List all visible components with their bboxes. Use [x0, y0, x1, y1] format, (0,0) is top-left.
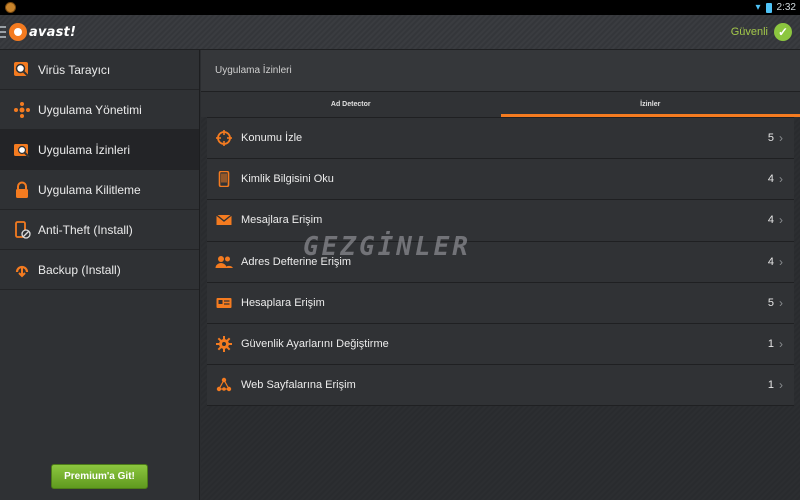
sidebar-item-label: Uygulama Kilitleme	[38, 182, 141, 197]
sidebar-item-app-manager[interactable]: Uygulama Yönetimi	[0, 90, 199, 130]
tab-permissions[interactable]: İzinler	[500, 92, 800, 117]
sidebar-item-app-permissions[interactable]: Uygulama İzinleri	[0, 130, 199, 170]
permission-row-contacts[interactable]: Adres Defterine Erişim 4 ›	[207, 241, 794, 283]
permission-row-location[interactable]: Konumu İzle 5 ›	[207, 118, 794, 160]
permission-label: Mesajlara Erişim	[241, 214, 323, 227]
status-bar-right: ▾ 2:32	[756, 0, 797, 15]
permission-row-web[interactable]: Web Sayfalarına Erişim 1 ›	[207, 365, 794, 407]
tab-bar: Ad Detector İzinler	[201, 92, 800, 117]
permission-count: 1	[767, 379, 774, 392]
sidebar-item-virus-scanner[interactable]: Virüs Tarayıcı	[0, 50, 199, 90]
action-bar: avast! Güvenli ✓	[0, 15, 800, 50]
chevron-right-icon: ›	[779, 378, 783, 393]
gear-icon	[215, 335, 233, 353]
permission-label: Adres Defterine Erişim	[241, 255, 352, 268]
clock: 2:32	[776, 2, 796, 13]
anti-theft-icon	[13, 220, 31, 239]
permission-count: 5	[767, 132, 774, 145]
sidebar-item-label: Uygulama Yönetimi	[38, 102, 142, 117]
chevron-right-icon: ›	[779, 213, 783, 228]
permission-label: Güvenlik Ayarlarını Değiştirme	[241, 338, 389, 351]
notification-app-icon	[5, 2, 16, 13]
app-manager-icon	[13, 101, 31, 119]
permission-row-identity[interactable]: Kimlik Bilgisini Oku 4 ›	[207, 159, 794, 201]
permission-count: 4	[767, 173, 774, 186]
app-logo: avast!	[9, 23, 76, 41]
status-bar: ▾ 2:32	[0, 0, 800, 15]
permission-list: Konumu İzle 5 › Kimlik Bilgisini Oku 4 ›…	[207, 117, 794, 407]
sidebar-item-label: Virüs Tarayıcı	[38, 62, 111, 77]
sidebar-item-label: Anti-Theft (Install)	[38, 222, 133, 237]
battery-icon	[765, 2, 772, 13]
phone-icon	[215, 170, 233, 188]
sidebar-item-anti-theft[interactable]: Anti-Theft (Install)	[0, 210, 199, 250]
sidebar: Virüs Tarayıcı Uygulama Yönetimi Uygulam…	[0, 50, 200, 500]
tab-ad-detector[interactable]: Ad Detector	[201, 92, 501, 117]
sidebar-item-label: Backup (Install)	[38, 262, 121, 277]
main-content: Uygulama İzinleri Ad Detector İzinler Ko…	[201, 50, 800, 500]
chevron-right-icon: ›	[779, 172, 783, 187]
envelope-icon	[215, 211, 233, 229]
drawer-menu-icon[interactable]	[0, 26, 6, 38]
permission-count: 5	[767, 296, 774, 309]
permission-count: 4	[767, 214, 774, 227]
premium-button[interactable]: Premium'a Git!	[51, 464, 148, 489]
chevron-right-icon: ›	[779, 295, 783, 310]
location-crosshair-icon	[215, 129, 233, 147]
avast-logo-icon	[9, 23, 27, 41]
permission-label: Hesaplara Erişim	[241, 296, 325, 309]
id-card-icon	[215, 294, 233, 312]
permission-label: Web Sayfalarına Erişim	[241, 379, 356, 392]
wifi-icon: ▾	[755, 2, 761, 13]
chevron-right-icon: ›	[779, 131, 783, 146]
chevron-right-icon: ›	[779, 337, 783, 352]
virus-scanner-icon	[13, 61, 31, 79]
page-title: Uygulama İzinleri	[201, 50, 800, 92]
permission-label: Konumu İzle	[241, 132, 303, 145]
sidebar-item-app-lock[interactable]: Uygulama Kilitleme	[0, 170, 199, 210]
chevron-right-icon: ›	[779, 254, 783, 269]
permission-count: 1	[767, 338, 774, 351]
permission-row-messages[interactable]: Mesajlara Erişim 4 ›	[207, 200, 794, 242]
sidebar-item-label: Uygulama İzinleri	[38, 142, 131, 157]
protection-status[interactable]: Güvenli ✓	[731, 23, 792, 41]
permission-count: 4	[767, 255, 774, 268]
permission-row-accounts[interactable]: Hesaplara Erişim 5 ›	[207, 282, 794, 324]
backup-icon	[13, 261, 31, 279]
web-network-icon	[215, 376, 233, 394]
status-label: Güvenli	[730, 26, 768, 38]
permission-row-security-settings[interactable]: Güvenlik Ayarlarını Değiştirme 1 ›	[207, 323, 794, 366]
contacts-icon	[215, 253, 233, 271]
app-lock-icon	[13, 181, 31, 199]
permission-label: Kimlik Bilgisini Oku	[241, 173, 334, 186]
sidebar-item-backup[interactable]: Backup (Install)	[0, 250, 199, 290]
logo-text: avast!	[29, 24, 77, 40]
check-icon: ✓	[774, 23, 792, 41]
app-permissions-icon	[13, 141, 31, 159]
